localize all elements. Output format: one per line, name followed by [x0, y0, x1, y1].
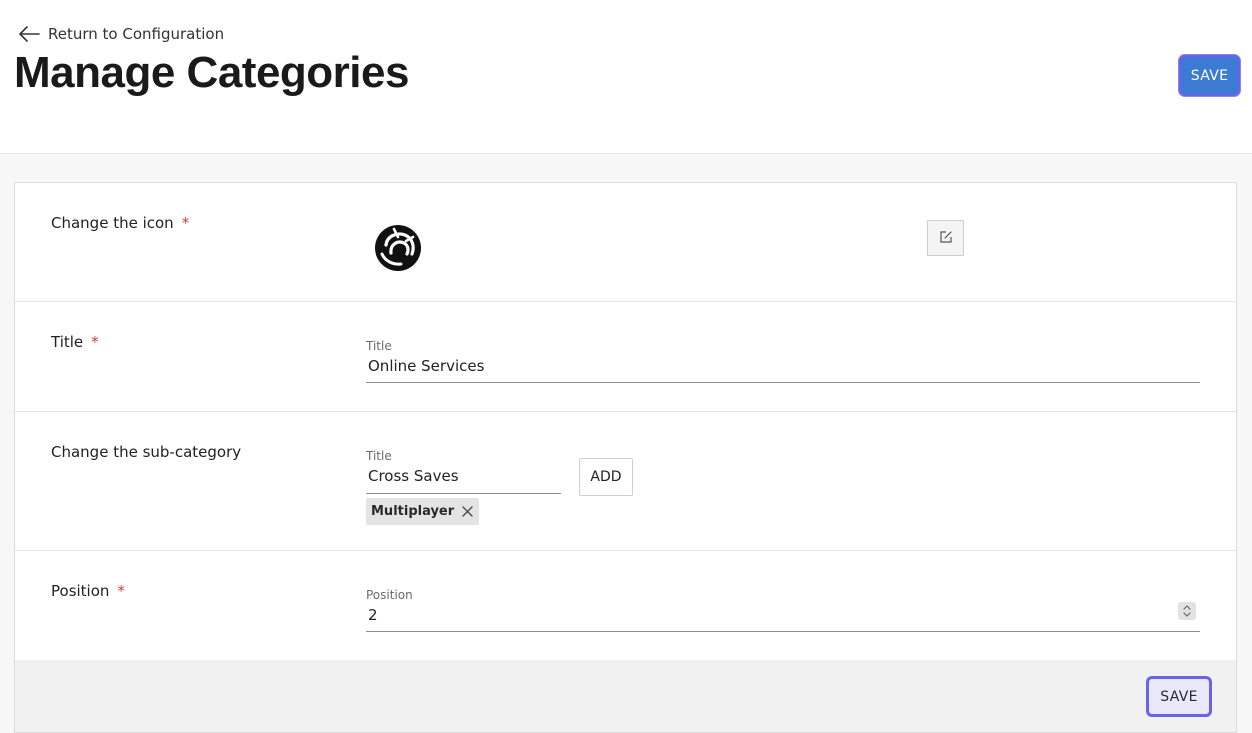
edit-icon [939, 229, 953, 248]
page-header: Return to Configuration Manage Categorie… [0, 0, 1252, 154]
save-button-bottom[interactable]: SAVE [1146, 676, 1212, 717]
return-to-configuration-link[interactable]: Return to Configuration [18, 22, 224, 46]
category-form-card: Change the icon * Title * Title Online S… [14, 182, 1237, 733]
position-input[interactable] [368, 606, 1198, 624]
position-field-label: Position [366, 588, 413, 602]
save-button-top[interactable]: SAVE [1179, 55, 1240, 96]
title-label-text: Title [51, 333, 84, 351]
category-logo-icon [373, 223, 423, 273]
page-title: Manage Categories [14, 48, 409, 97]
add-subcategory-button[interactable]: ADD [579, 458, 633, 496]
subcategory-tag: Multiplayer [366, 498, 480, 525]
subcategory-row: Change the sub-category Title ADD Multip… [15, 412, 1236, 551]
subcategory-tag-label: Multiplayer [371, 504, 455, 519]
required-mark: * [181, 214, 190, 232]
position-label-text: Position [51, 582, 110, 600]
subcategory-row-label: Change the sub-category [51, 443, 242, 461]
title-field-label: Title [366, 339, 392, 353]
position-field: Position [366, 588, 1200, 632]
edit-icon-button[interactable] [927, 220, 964, 256]
position-row-label: Position * [51, 582, 125, 600]
required-mark: * [117, 582, 125, 600]
subcategory-title-input[interactable] [368, 467, 559, 485]
form-footer: SAVE [15, 660, 1236, 732]
stepper-icon[interactable] [1178, 602, 1196, 620]
position-row: Position * Position [15, 551, 1236, 660]
icon-row-label: Change the icon * [51, 214, 189, 232]
title-row-label: Title * [51, 333, 99, 351]
icon-label-text: Change the icon [51, 214, 174, 232]
subcategory-field-label: Title [366, 449, 392, 463]
back-link-label: Return to Configuration [48, 25, 225, 43]
close-icon[interactable] [462, 506, 473, 517]
title-row: Title * Title [15, 302, 1236, 412]
title-input[interactable] [368, 357, 1198, 375]
subcategory-title-field: Title [366, 449, 561, 494]
icon-row: Change the icon * [15, 183, 1236, 302]
title-field: Title [366, 339, 1200, 383]
required-mark: * [91, 333, 99, 351]
arrow-left-icon [18, 25, 40, 43]
